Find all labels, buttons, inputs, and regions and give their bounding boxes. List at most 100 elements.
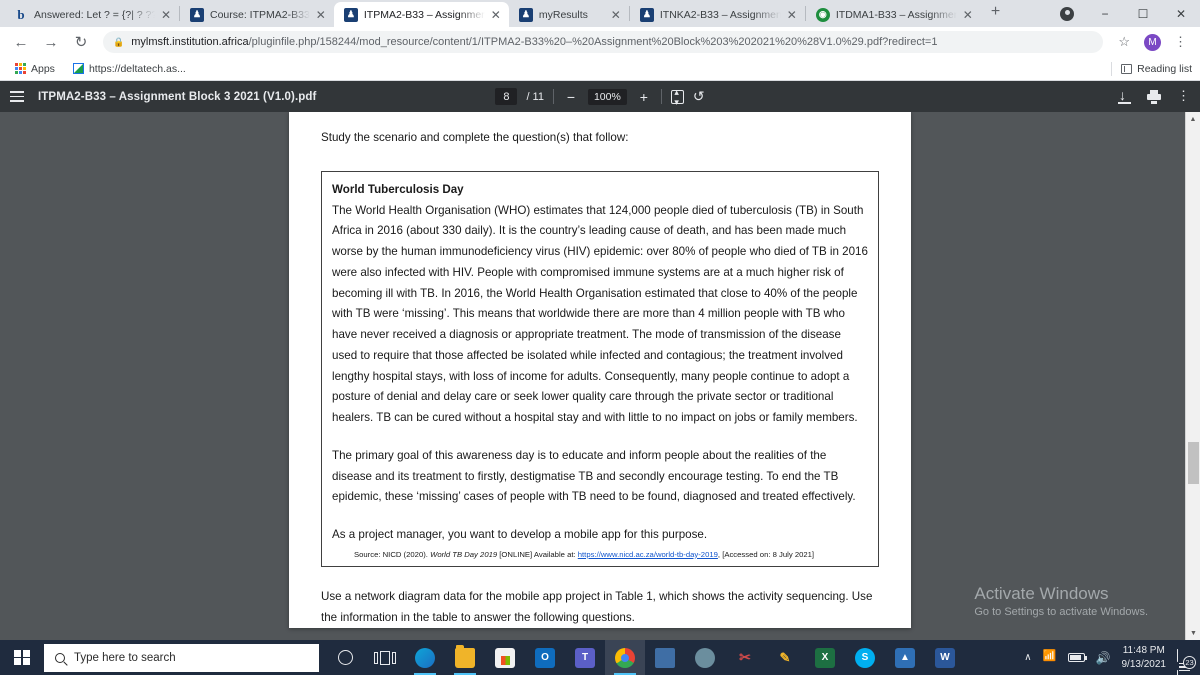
divider [660, 89, 662, 104]
task-view-icon [374, 650, 396, 665]
taskbar-app-snipping-tool[interactable]: ✂ [725, 640, 765, 675]
bookmark-label: https://deltatech.as... [88, 62, 186, 75]
zoom-in-button[interactable]: + [636, 89, 652, 105]
zoom-out-button[interactable]: − [563, 89, 579, 105]
tab-close-icon[interactable]: ✕ [316, 9, 326, 21]
tab-close-icon[interactable]: ✕ [963, 9, 973, 21]
scroll-down-arrow[interactable]: ▼ [1186, 626, 1200, 640]
browser-profile-icon[interactable] [1048, 0, 1086, 27]
browser-toolbar: ← → ↻ 🔒 mylmsft.institution.africa/plugi… [0, 27, 1200, 57]
outlook-icon: O [535, 647, 555, 668]
source-link[interactable]: https://www.nicd.ac.za/world-tb-day-2019 [578, 550, 718, 559]
tab-close-icon[interactable]: ✕ [787, 9, 797, 21]
chart-icon [72, 63, 84, 74]
scenario-paragraph-1: The World Health Organisation (WHO) esti… [332, 203, 868, 425]
maximize-button[interactable]: ☐ [1124, 0, 1162, 27]
pdf-scrollbar[interactable]: ▲ ▼ [1185, 112, 1200, 640]
url-path: /pluginfile.php/158244/mod_resource/cont… [248, 36, 938, 48]
task-view-button[interactable] [365, 640, 405, 675]
cortana-button[interactable] [325, 640, 365, 675]
file-explorer-icon [455, 644, 475, 668]
scenario-title: World Tuberculosis Day [332, 182, 464, 196]
search-placeholder: Type here to search [74, 651, 176, 664]
tray-expand-icon[interactable]: ∧ [1024, 652, 1031, 663]
notifications-button[interactable]: 23 [1177, 649, 1196, 675]
taskbar-app-edge[interactable] [405, 640, 445, 675]
system-tray: ∧ 🔊 11:48 PM 9/13/2021 23 [1024, 640, 1200, 675]
bookmark-deltatech[interactable]: https://deltatech.as... [68, 61, 191, 77]
bookmark-apps[interactable]: Apps [10, 61, 60, 77]
taskbar-app-globe[interactable] [685, 640, 725, 675]
pdf-more-icon[interactable]: ⋮ [1177, 89, 1190, 102]
volume-icon[interactable]: 🔊 [1096, 651, 1111, 665]
start-button[interactable] [0, 640, 44, 675]
taskbar-app-photos[interactable]: ▲ [885, 640, 925, 675]
moodle-icon: ♟ [639, 7, 654, 22]
taskbar-app-excel[interactable]: X [805, 640, 845, 675]
taskbar-app-teams[interactable]: T [565, 640, 605, 675]
scenario-paragraph-2: The primary goal of this awareness day i… [332, 448, 856, 504]
rotate-icon[interactable]: ↺ [693, 88, 705, 105]
taskbar-app-outlook[interactable]: O [525, 640, 565, 675]
browser-window: b Answered: Let ? = {?| ? ?? ?? ✕ ♟ Cour… [0, 0, 1200, 640]
reading-list-button[interactable]: Reading list [1111, 61, 1192, 76]
pdf-page-input[interactable]: 8 [495, 88, 518, 105]
back-button[interactable]: ← [8, 29, 34, 55]
forward-button[interactable]: → [38, 29, 64, 55]
taskbar-app-skype[interactable]: S [845, 640, 885, 675]
profile-avatar[interactable]: M [1144, 33, 1161, 51]
tab-title: ITNKA2-B33 – Assignment B [659, 8, 781, 21]
reload-button[interactable]: ↻ [68, 29, 94, 55]
tab-title: ITDMA1-B33 – Assignment [835, 8, 957, 21]
address-bar[interactable]: 🔒 mylmsft.institution.africa/pluginfile.… [103, 31, 1104, 53]
taskbar-app-word[interactable]: W [925, 640, 965, 675]
globe-app-icon [695, 647, 715, 668]
source-title: World TB Day 2019 [430, 549, 498, 559]
taskbar-app-store[interactable] [485, 640, 525, 675]
scrollbar-thumb[interactable] [1188, 442, 1199, 484]
taskbar-app-sticky-notes[interactable]: ✎ [765, 640, 805, 675]
wifi-icon[interactable] [1043, 649, 1057, 663]
download-icon[interactable] [1118, 87, 1131, 104]
skype-icon: S [855, 647, 875, 668]
taskbar-search-input[interactable]: Type here to search [44, 643, 319, 672]
bookmarks-bar: Apps https://deltatech.as... Reading lis… [0, 57, 1200, 81]
taskbar-app-file-explorer[interactable] [445, 640, 485, 675]
close-window-button[interactable]: ✕ [1162, 0, 1200, 27]
scroll-up-arrow[interactable]: ▲ [1186, 112, 1200, 126]
new-tab-button[interactable]: + [981, 3, 1010, 21]
print-icon[interactable] [1147, 90, 1161, 105]
browser-tab-5[interactable]: ◉ ITDMA1-B33 – Assignment ✕ [806, 2, 981, 27]
tab-close-icon[interactable]: ✕ [491, 9, 501, 21]
scenario-box: World Tuberculosis Day The World Health … [321, 170, 879, 567]
doc-intro: Study the scenario and complete the ques… [321, 131, 629, 144]
search-icon [55, 652, 65, 663]
battery-icon[interactable] [1067, 653, 1087, 662]
hamburger-icon[interactable] [10, 91, 24, 102]
browser-tab-0[interactable]: b Answered: Let ? = {?| ? ?? ?? ✕ [4, 2, 179, 27]
watermark-subtitle: Go to Settings to activate Windows. [974, 606, 1148, 618]
browser-menu-icon[interactable]: ⋮ [1169, 35, 1192, 49]
reading-list-icon [1121, 63, 1133, 74]
browser-tab-2-active[interactable]: ♟ ITPMA2-B33 – Assignment B ✕ [333, 2, 509, 27]
activate-windows-watermark: Activate Windows Go to Settings to activ… [974, 582, 1148, 618]
minimize-button[interactable]: − [1086, 0, 1124, 27]
taskbar-app-remote-desktop[interactable] [645, 640, 685, 675]
browser-tab-1[interactable]: ♟ Course: ITPMA2-B33 ✕ [180, 2, 334, 27]
browser-tab-3[interactable]: ♟ myResults ✕ [509, 2, 629, 27]
taskbar-app-chrome[interactable] [605, 640, 645, 675]
word-icon: W [935, 647, 955, 668]
source-citation: Source: NICD (2020). World TB Day 2019 [… [332, 549, 868, 560]
tab-close-icon[interactable]: ✕ [161, 9, 171, 21]
pdf-filename: ITPMA2-B33 – Assignment Block 3 2021 (V1… [38, 90, 317, 103]
bookmark-star-icon[interactable]: ☆ [1112, 34, 1136, 50]
browser-tab-4[interactable]: ♟ ITNKA2-B33 – Assignment B ✕ [630, 2, 805, 27]
microsoft-store-icon [495, 647, 515, 668]
fit-to-page-icon[interactable] [670, 87, 684, 108]
windows-taskbar: Type here to search O T ✂ ✎ X S ▲ W ∧ 🔊 … [0, 640, 1200, 675]
chrome-icon [615, 647, 635, 668]
taskbar-clock[interactable]: 11:48 PM 9/13/2021 [1122, 644, 1167, 671]
cortana-icon [337, 650, 353, 665]
tab-close-icon[interactable]: ✕ [611, 9, 621, 21]
